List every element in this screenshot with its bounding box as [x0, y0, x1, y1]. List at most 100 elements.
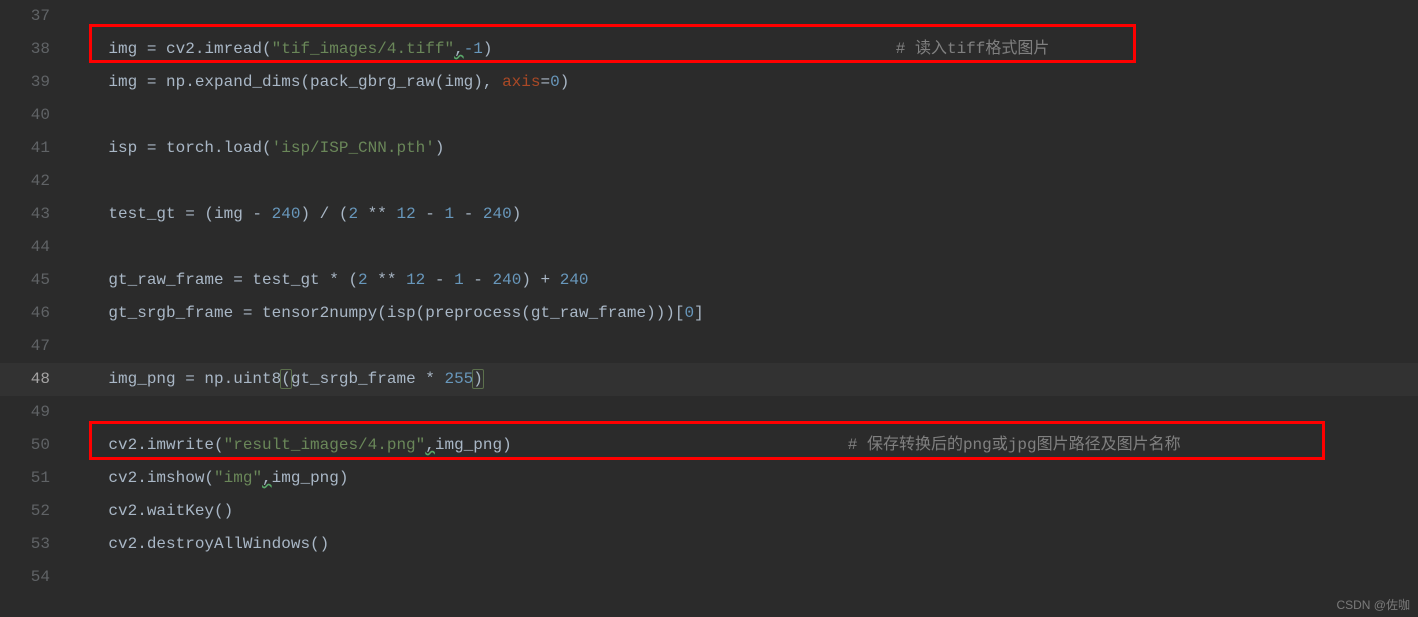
line-number: 38: [0, 33, 70, 66]
code-content[interactable]: [70, 396, 108, 429]
code-token: 0: [550, 73, 560, 91]
code-token: 240: [483, 205, 512, 223]
line-number: 50: [0, 429, 70, 462]
code-content[interactable]: [70, 561, 108, 594]
code-token: ]: [694, 304, 704, 322]
code-content[interactable]: cv2.waitKey(): [70, 495, 233, 528]
code-token: cv2.destroyAllWindows(): [108, 535, 329, 553]
code-token: 12: [396, 205, 415, 223]
code-content[interactable]: isp = torch.load('isp/ISP_CNN.pth'): [70, 132, 444, 165]
code-content[interactable]: gt_srgb_frame = tensor2numpy(isp(preproc…: [70, 297, 704, 330]
code-token: 2: [358, 271, 368, 289]
code-content[interactable]: [70, 165, 108, 198]
code-content[interactable]: cv2.imwrite("result_images/4.png",img_pn…: [70, 429, 1181, 462]
code-editor[interactable]: 37 38 img = cv2.imread("tif_images/4.tif…: [0, 0, 1418, 594]
code-token: cv2.imshow(: [108, 469, 214, 487]
code-content[interactable]: test_gt = (img - 240) / (2 ** 12 - 1 - 2…: [70, 198, 521, 231]
code-content[interactable]: gt_raw_frame = test_gt * (2 ** 12 - 1 - …: [70, 264, 589, 297]
code-token: ): [435, 139, 445, 157]
code-line[interactable]: 39 img = np.expand_dims(pack_gbrg_raw(im…: [0, 66, 1418, 99]
code-token: gt_raw_frame = test_gt * (: [108, 271, 358, 289]
code-token: =: [540, 73, 550, 91]
line-number: 41: [0, 132, 70, 165]
code-token: 12: [406, 271, 425, 289]
code-line[interactable]: 48 img_png = np.uint8(gt_srgb_frame * 25…: [0, 363, 1418, 396]
code-token: 1: [454, 271, 464, 289]
code-content[interactable]: [70, 330, 108, 363]
code-token: ): [512, 205, 522, 223]
code-token: -: [454, 205, 483, 223]
line-number: 37: [0, 0, 70, 33]
line-number: 47: [0, 330, 70, 363]
code-token: "result_images/4.png": [224, 436, 426, 454]
code-token: img_png): [435, 436, 848, 454]
code-token: img_png = np.uint8: [108, 370, 281, 388]
code-token: ,: [454, 40, 464, 58]
code-token: test_gt = (img -: [108, 205, 271, 223]
code-content[interactable]: img_png = np.uint8(gt_srgb_frame * 255): [70, 363, 483, 396]
code-token: **: [358, 205, 396, 223]
code-lines: 37 38 img = cv2.imread("tif_images/4.tif…: [0, 0, 1418, 594]
code-token: # 读入tiff格式图片: [896, 40, 1050, 58]
line-number: 46: [0, 297, 70, 330]
code-token: -: [416, 205, 445, 223]
code-line[interactable]: 53 cv2.destroyAllWindows(): [0, 528, 1418, 561]
code-line[interactable]: 46 gt_srgb_frame = tensor2numpy(isp(prep…: [0, 297, 1418, 330]
code-content[interactable]: img = np.expand_dims(pack_gbrg_raw(img),…: [70, 66, 569, 99]
line-number: 52: [0, 495, 70, 528]
code-token: ) +: [521, 271, 559, 289]
code-token: 0: [685, 304, 695, 322]
line-number: 42: [0, 165, 70, 198]
code-token: 255: [444, 370, 473, 388]
code-token: "img": [214, 469, 262, 487]
code-content[interactable]: cv2.destroyAllWindows(): [70, 528, 329, 561]
code-content[interactable]: img = cv2.imread("tif_images/4.tiff",-1)…: [70, 33, 1049, 66]
code-line[interactable]: 49: [0, 396, 1418, 429]
code-content[interactable]: [70, 0, 108, 33]
code-line[interactable]: 38 img = cv2.imread("tif_images/4.tiff",…: [0, 33, 1418, 66]
code-token: "tif_images/4.tiff": [272, 40, 454, 58]
watermark: CSDN @佐咖: [1336, 599, 1410, 611]
line-number: 44: [0, 231, 70, 264]
line-number: 53: [0, 528, 70, 561]
line-number: 40: [0, 99, 70, 132]
code-token: gt_srgb_frame *: [291, 370, 445, 388]
code-token: 240: [272, 205, 301, 223]
code-line[interactable]: 43 test_gt = (img - 240) / (2 ** 12 - 1 …: [0, 198, 1418, 231]
code-token: -1: [464, 40, 483, 58]
code-token: ,: [425, 436, 435, 454]
code-token: ,: [262, 469, 272, 487]
code-token: cv2.imwrite(: [108, 436, 223, 454]
code-token: img = cv2.imread(: [108, 40, 271, 58]
code-token: ): [560, 73, 570, 91]
code-line[interactable]: 45 gt_raw_frame = test_gt * (2 ** 12 - 1…: [0, 264, 1418, 297]
code-line[interactable]: 37: [0, 0, 1418, 33]
code-token: ): [483, 40, 896, 58]
line-number: 54: [0, 561, 70, 594]
code-content[interactable]: [70, 231, 108, 264]
code-line[interactable]: 42: [0, 165, 1418, 198]
code-line[interactable]: 52 cv2.waitKey(): [0, 495, 1418, 528]
code-line[interactable]: 44: [0, 231, 1418, 264]
code-line[interactable]: 40: [0, 99, 1418, 132]
code-line[interactable]: 54: [0, 561, 1418, 594]
code-content[interactable]: cv2.imshow("img",img_png): [70, 462, 348, 495]
code-content[interactable]: [70, 99, 108, 132]
code-line[interactable]: 50 cv2.imwrite("result_images/4.png",img…: [0, 429, 1418, 462]
line-number: 45: [0, 264, 70, 297]
code-token: gt_srgb_frame = tensor2numpy(isp(preproc…: [108, 304, 684, 322]
code-line[interactable]: 47: [0, 330, 1418, 363]
line-number: 49: [0, 396, 70, 429]
code-token: **: [368, 271, 406, 289]
line-number: 39: [0, 66, 70, 99]
code-token: 2: [348, 205, 358, 223]
line-number: 51: [0, 462, 70, 495]
code-token: img = np.expand_dims(pack_gbrg_raw(img),: [108, 73, 502, 91]
code-token: isp = torch.load(: [108, 139, 271, 157]
code-token: img_png): [272, 469, 349, 487]
code-token: ): [473, 370, 483, 388]
code-token: 'isp/ISP_CNN.pth': [272, 139, 435, 157]
code-token: 240: [560, 271, 589, 289]
code-line[interactable]: 51 cv2.imshow("img",img_png): [0, 462, 1418, 495]
code-line[interactable]: 41 isp = torch.load('isp/ISP_CNN.pth'): [0, 132, 1418, 165]
